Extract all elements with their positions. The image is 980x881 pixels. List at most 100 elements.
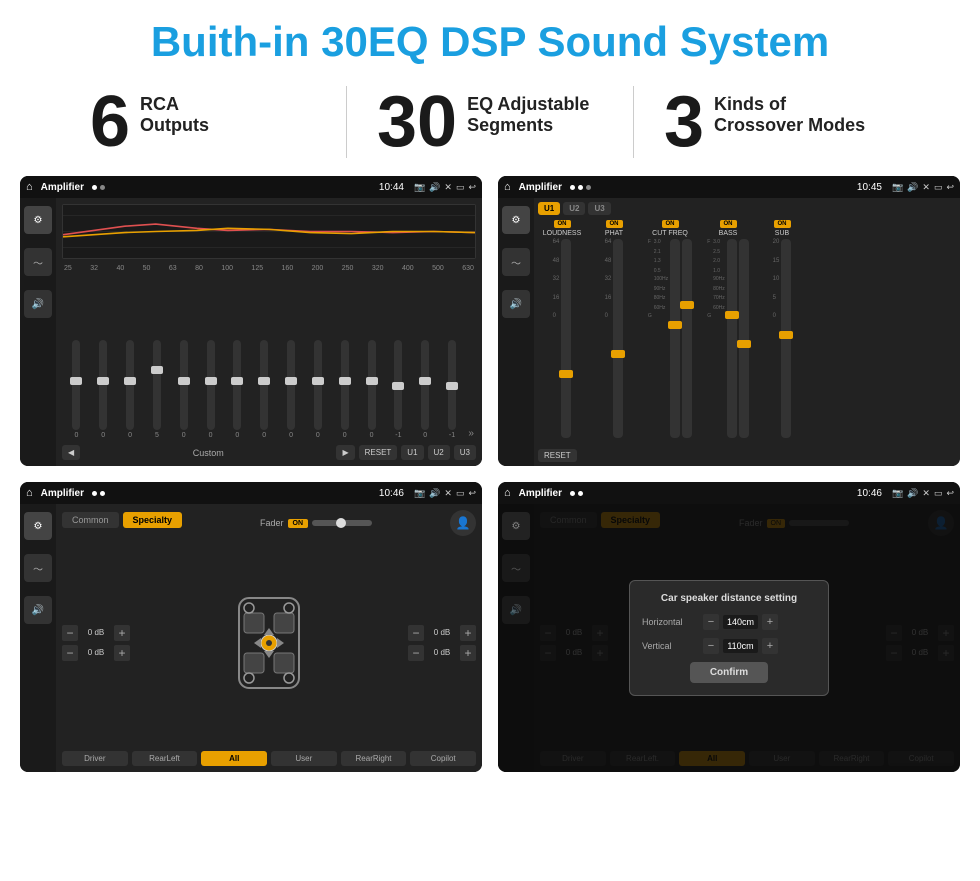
btn-rearright[interactable]: RearRight <box>341 751 407 766</box>
db-minus-4[interactable]: − <box>408 645 424 661</box>
status-bar-1: ⌂ Amplifier 10:44 📷 🔊 ✕ ▭ ↩ <box>20 176 482 198</box>
amp-preset-u3[interactable]: U3 <box>588 202 610 215</box>
vertical-minus-btn[interactable]: − <box>703 638 719 654</box>
dots-2 <box>570 185 591 190</box>
loudness-slider[interactable] <box>561 239 571 438</box>
status-icons-4: 📷 🔊 ✕ ▭ ↩ <box>892 488 954 499</box>
cross-tabs: Common Specialty <box>62 512 182 528</box>
eq-reset-btn[interactable]: RESET <box>359 445 398 460</box>
battery-icon-2: ▭ <box>934 182 943 193</box>
car-svg <box>209 583 329 703</box>
db-minus-3[interactable]: − <box>408 625 424 641</box>
eq-col-7: 0 <box>225 340 250 439</box>
eq-u3-btn[interactable]: U3 <box>454 445 476 460</box>
bass-slider2[interactable] <box>739 239 749 438</box>
x-icon: ✕ <box>444 182 452 193</box>
fader-slider[interactable] <box>312 520 372 526</box>
amp-bass: ON BASS FG 3.02.52.01.0 90H <box>702 220 754 438</box>
amp-speaker-btn[interactable]: 🔊 <box>502 290 530 318</box>
amp-wave-btn[interactable]: 〜 <box>502 248 530 276</box>
db-minus-2[interactable]: − <box>62 645 78 661</box>
home-icon[interactable]: ⌂ <box>26 181 33 193</box>
cutfreq-slider2[interactable] <box>682 239 692 438</box>
bass-label: BASS <box>719 230 738 237</box>
horizontal-plus-btn[interactable]: + <box>762 614 778 630</box>
vertical-ctrl: − 110cm + <box>703 638 778 654</box>
cutfreq-slider[interactable] <box>670 239 680 438</box>
btn-rearleft[interactable]: RearLeft <box>132 751 198 766</box>
dialog-vertical-row: Vertical − 110cm + <box>642 638 816 654</box>
home-icon-4[interactable]: ⌂ <box>504 487 511 499</box>
expand-icon[interactable]: » <box>468 428 474 439</box>
eq-next-btn[interactable]: ▶ <box>336 445 354 460</box>
stat-crossover-line2: Crossover Modes <box>714 115 865 136</box>
eq-col-9: 0 <box>279 340 304 439</box>
cutfreq-scale: FG <box>648 239 652 319</box>
vertical-plus-btn[interactable]: + <box>762 638 778 654</box>
btn-driver[interactable]: Driver <box>62 751 128 766</box>
horizontal-val: 140cm <box>723 615 758 629</box>
speaker-distance-dialog: Car speaker distance setting Horizontal … <box>629 580 829 696</box>
eq-freq-labels: 253240506380100125160200250320400500630 <box>62 265 476 272</box>
eq-filter-btn[interactable]: ⚙ <box>24 206 52 234</box>
camera-icon-4: 📷 <box>892 488 903 499</box>
db-minus-1[interactable]: − <box>62 625 78 641</box>
back-icon[interactable]: ↩ <box>468 182 476 193</box>
db-plus-1[interactable]: + <box>114 625 130 641</box>
home-icon-2[interactable]: ⌂ <box>504 181 511 193</box>
amp-sub: ON SUB 20151050 <box>758 220 806 438</box>
cross-tab-specialty[interactable]: Specialty <box>123 512 183 528</box>
cross-speaker-btn[interactable]: 🔊 <box>24 596 52 624</box>
fader-on-badge: ON <box>288 519 309 528</box>
db-ctrl-3: − 0 dB + <box>408 625 476 641</box>
db-plus-4[interactable]: + <box>460 645 476 661</box>
screen-eq-content: ⚙ 〜 🔊 <box>20 198 482 466</box>
db-plus-3[interactable]: + <box>460 625 476 641</box>
app-name-4: Amplifier <box>519 488 562 499</box>
eq-prev-btn[interactable]: ◀ <box>62 445 80 460</box>
confirm-button[interactable]: Confirm <box>690 662 768 683</box>
cross-filter-btn[interactable]: ⚙ <box>24 512 52 540</box>
amp-preset-u1[interactable]: U1 <box>538 202 560 215</box>
db-plus-2[interactable]: + <box>114 645 130 661</box>
home-icon-3[interactable]: ⌂ <box>26 487 33 499</box>
phat-label: PHAT <box>605 230 623 237</box>
eq-wave-btn[interactable]: 〜 <box>24 248 52 276</box>
sub-slider[interactable] <box>781 239 791 438</box>
amp-filter-btn[interactable]: ⚙ <box>502 206 530 234</box>
amp-preset-u2[interactable]: U2 <box>563 202 585 215</box>
back-icon-3[interactable]: ↩ <box>468 488 476 499</box>
phat-slider[interactable] <box>613 239 623 438</box>
person-icon: 👤 <box>450 510 476 536</box>
stat-crossover-num: 3 <box>664 86 704 158</box>
eq-col-4: 5 <box>144 340 169 439</box>
eq-speaker-btn[interactable]: 🔊 <box>24 290 52 318</box>
back-icon-4[interactable]: ↩ <box>946 488 954 499</box>
stat-eq: 30 EQ Adjustable Segments <box>346 86 634 158</box>
cross-tab-common[interactable]: Common <box>62 512 119 528</box>
cross-right-controls: − 0 dB + − 0 dB + <box>408 540 476 745</box>
horizontal-minus-btn[interactable]: − <box>703 614 719 630</box>
stat-rca-line1: RCA <box>140 94 209 115</box>
stat-rca: 6 RCA Outputs <box>60 86 346 158</box>
back-icon-2[interactable]: ↩ <box>946 182 954 193</box>
amp-presets: U1 U2 U3 <box>538 202 956 215</box>
btn-user[interactable]: User <box>271 751 337 766</box>
eq-col-1: 0 <box>64 340 89 439</box>
btn-all[interactable]: All <box>201 751 267 766</box>
eq-main: 253240506380100125160200250320400500630 … <box>56 198 482 466</box>
dot4-1 <box>570 491 575 496</box>
eq-col-5: 0 <box>171 340 196 439</box>
dialog-horizontal-row: Horizontal − 140cm + <box>642 614 816 630</box>
stat-rca-num: 6 <box>90 86 130 158</box>
amp-reset-btn[interactable]: RESET <box>538 449 577 462</box>
crossover-content: ⚙ 〜 🔊 Common Specialty Fader ON 👤 <box>20 504 482 772</box>
eq-col-15: -1 <box>440 340 465 439</box>
cross-wave-btn[interactable]: 〜 <box>24 554 52 582</box>
dot2 <box>100 185 105 190</box>
bass-slider[interactable] <box>727 239 737 438</box>
btn-copilot[interactable]: Copilot <box>410 751 476 766</box>
eq-u1-btn[interactable]: U1 <box>401 445 423 460</box>
eq-u2-btn[interactable]: U2 <box>428 445 450 460</box>
amp-controls: ON LOUDNESS 644832160 ON PHAT <box>538 220 956 438</box>
